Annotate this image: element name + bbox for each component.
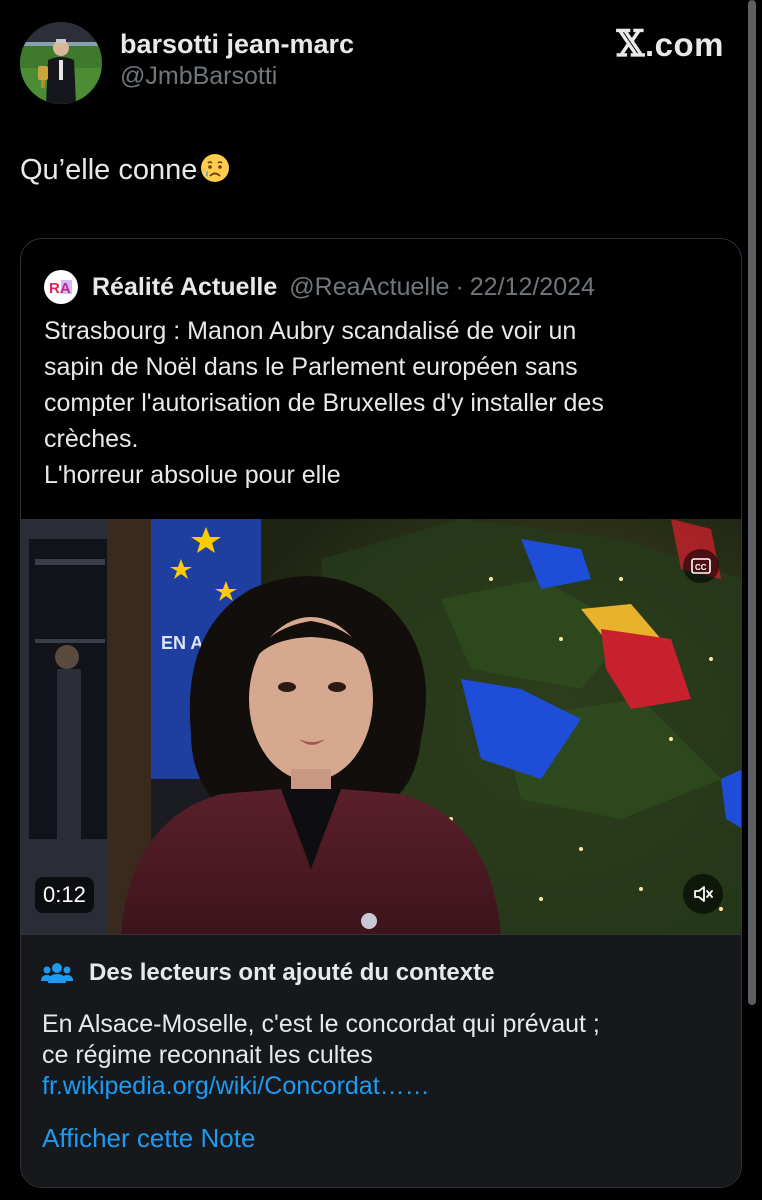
tweet-text-content: Qu’elle conne	[20, 154, 198, 186]
avatar-photo	[20, 22, 102, 104]
banner-text: EN A	[161, 633, 203, 653]
quoted-text-line: Strasbourg : Manon Aubry scandalisé de v…	[44, 317, 577, 345]
quoted-author-avatar[interactable]: RA	[44, 270, 78, 304]
speaker-muted-icon	[694, 886, 713, 902]
quoted-text-line: sapin de Noël dans le Parlement européen…	[44, 353, 578, 381]
community-note: Des lecteurs ont ajouté du contexte En A…	[21, 934, 741, 1187]
quoted-tweet-text: Strasbourg : Manon Aubry scandalisé de v…	[44, 313, 724, 493]
mute-button[interactable]	[683, 874, 723, 914]
quoted-author-name[interactable]: Réalité Actuelle	[92, 273, 277, 302]
note-text-line: En Alsace-Moselle, c'est le concordat qu…	[42, 1010, 600, 1038]
video-frame: EN A	[21, 519, 741, 934]
video-player[interactable]: EN A CC 0:12	[21, 519, 741, 934]
brand-domain: .com	[644, 26, 724, 63]
quoted-tweet-card[interactable]: RA Réalité Actuelle @ReaActuelle · 22/12…	[20, 238, 742, 1188]
quoted-text-line: crèches.	[44, 425, 139, 453]
quoted-text-line: L'horreur absolue pour elle	[44, 461, 341, 489]
author-display-name[interactable]: barsotti jean-marc	[120, 28, 354, 60]
quoted-tweet-header: RA Réalité Actuelle @ReaActuelle · 22/12…	[44, 267, 595, 307]
show-note-link[interactable]: Afficher cette Note	[42, 1123, 255, 1154]
tweet-header: barsotti jean-marc @JmbBarsotti 𝕏.com	[20, 22, 742, 104]
community-note-body: En Alsace-Moselle, c'est le concordat qu…	[42, 1009, 600, 1102]
community-note-title: Des lecteurs ont ajouté du contexte	[89, 959, 495, 986]
tweet-text: Qu’elle conne	[20, 150, 231, 195]
x-logo-icon: 𝕏	[616, 23, 645, 65]
quoted-author-handle[interactable]: @ReaActuelle	[289, 273, 449, 302]
quoted-text-line: compter l'autorisation de Bruxelles d'y …	[44, 389, 604, 417]
author-avatar[interactable]	[20, 22, 102, 104]
note-source-link[interactable]: fr.wikipedia.org/wiki/Concordat……	[42, 1071, 600, 1102]
cc-label: CC	[695, 563, 707, 572]
closed-captions-button[interactable]: CC	[683, 549, 719, 583]
author-handle[interactable]: @JmbBarsotti	[120, 60, 354, 92]
author-info: barsotti jean-marc @JmbBarsotti	[120, 28, 354, 92]
video-duration: 0:12	[35, 877, 94, 913]
realite-actuelle-logo-icon: RA	[46, 272, 76, 302]
scrollbar[interactable]	[748, 0, 756, 1005]
x-com-logo: 𝕏.com	[617, 24, 724, 65]
cc-icon: CC	[691, 558, 711, 574]
note-text-line: ce régime reconnait les cultes	[42, 1041, 373, 1069]
separator-dot: ·	[455, 272, 464, 301]
quoted-tweet-date[interactable]: 22/12/2024	[470, 273, 595, 302]
people-icon	[41, 963, 73, 983]
community-note-header: Des lecteurs ont ajouté du contexte	[41, 959, 494, 987]
crying-face-icon	[199, 152, 231, 195]
